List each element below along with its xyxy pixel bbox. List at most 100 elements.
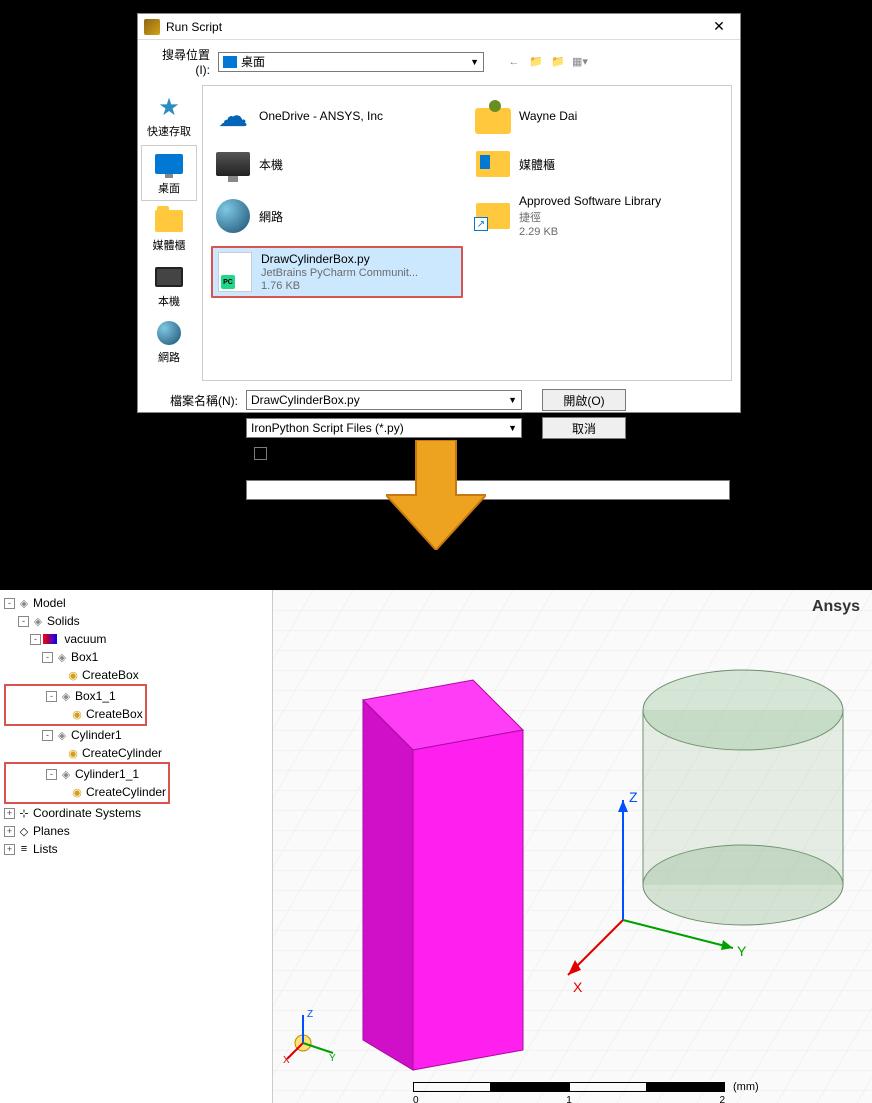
file-item[interactable]: ☁ OneDrive - ANSYS, Inc [211,94,463,138]
file-item[interactable]: 本機 [211,142,463,186]
search-row: 搜尋位置(I): 桌面 ▼ ← 📁 📁 ▦▾ [138,40,740,83]
toolbar: ← 📁 📁 ▦▾ [506,54,588,70]
scale-unit: (mm) [733,1081,759,1093]
model-icon: ◈ [17,597,31,609]
sidebar-thispc[interactable]: 本機 [141,259,197,313]
globe-icon [153,319,185,347]
operation-icon: ◉ [70,786,84,798]
svg-text:X: X [283,1055,290,1063]
filetype-select[interactable]: IronPython Script Files (*.py) ▼ [246,418,522,438]
arrow-down-icon [386,440,486,550]
location-value: 桌面 [241,53,265,70]
mini-triad[interactable]: Z Y X [283,1009,337,1063]
pc-icon [153,263,185,291]
svg-text:Y: Y [737,943,747,959]
cancel-button[interactable]: 取消 [542,417,626,439]
cylinder-geometry [643,670,843,925]
expand-icon[interactable]: - [30,634,41,645]
cloud-icon: ☁ [215,98,251,134]
3d-viewport[interactable]: Z Y X Ansys Z Y X [272,590,872,1103]
cylinder-icon: ◈ [59,768,73,780]
sidebar-quickaccess[interactable]: ★ 快速存取 [141,89,197,143]
scale-bar: 0 1 2 (mm) [413,1081,759,1093]
run-script-dialog: Run Script ✕ 搜尋位置(I): 桌面 ▼ ← 📁 📁 ▦▾ ★ 快速… [137,13,741,413]
operation-icon: ◉ [66,747,80,759]
up-icon[interactable]: 📁 [528,54,544,70]
svg-text:Y: Y [329,1053,336,1063]
file-item-selected[interactable]: PC DrawCylinderBox.py JetBrains PyCharm … [211,246,463,298]
scale-segment [569,1082,647,1092]
expand-icon[interactable]: - [46,769,57,780]
app-icon [144,19,160,35]
search-label: 搜尋位置(I): [148,46,210,77]
star-icon: ★ [153,93,185,121]
coord-icon: ⊹ [17,807,31,819]
box-geometry [363,680,523,1070]
operation-icon: ◉ [70,708,84,720]
open-button[interactable]: 開啟(O) [542,389,626,411]
titlebar: Run Script ✕ [138,14,740,40]
scale-segment [647,1082,725,1092]
file-item[interactable]: 網路 [211,190,463,242]
solids-icon: ◈ [31,615,45,627]
svg-text:Z: Z [629,789,638,805]
expand-icon[interactable]: + [4,808,15,819]
chevron-down-icon: ▼ [470,57,479,67]
svg-text:X: X [573,979,583,995]
desktop-icon [153,150,185,178]
scale-segment [413,1082,491,1092]
folder-icon [153,207,185,235]
readonly-checkbox[interactable] [254,447,267,460]
globe-icon [215,198,251,234]
expand-icon[interactable]: - [18,616,29,627]
file-item[interactable]: ↗ Approved Software Library 捷徑 2.29 KB [471,190,723,242]
shortcut-folder-icon: ↗ [475,198,511,234]
back-icon[interactable]: ← [506,54,522,70]
script-input[interactable] [246,480,730,500]
file-list[interactable]: ☁ OneDrive - ANSYS, Inc Wayne Dai 本機 媒體櫃 [202,85,732,381]
scale-segment [491,1082,569,1092]
expand-icon[interactable]: - [4,598,15,609]
expand-icon[interactable]: - [46,691,57,702]
sidebar-desktop[interactable]: 桌面 [141,145,197,201]
new-folder-icon[interactable]: 📁 [550,54,566,70]
close-button[interactable]: ✕ [704,16,734,38]
view-icon[interactable]: ▦▾ [572,54,588,70]
grid-background: Z Y X [273,590,872,1103]
location-select[interactable]: 桌面 ▼ [218,52,484,72]
desktop-icon [223,56,237,68]
sidebar-libraries[interactable]: 媒體櫃 [141,203,197,257]
box-icon: ◈ [59,690,73,702]
operation-icon: ◉ [66,669,80,681]
highlight-cylinder1-1: -◈Cylinder1_1 ◉CreateCylinder [4,762,170,804]
model-tree[interactable]: -◈Model -◈Solids - vacuum -◈Box1 ◉Create… [0,590,272,1103]
file-item[interactable]: 媒體櫃 [471,142,723,186]
dialog-title: Run Script [166,20,704,34]
filetype-label: 檔案類型(T): [148,420,238,437]
sidebar-network[interactable]: 網路 [141,315,197,369]
planes-icon: ◇ [17,825,31,837]
ansys-window: -◈Model -◈Solids - vacuum -◈Box1 ◉Create… [0,590,872,1103]
file-item[interactable]: Wayne Dai [471,94,723,138]
readonly-label: 以唯讀方式開啟(R) [271,445,372,462]
filename-label: 檔案名稱(N): [148,392,238,409]
cylinder-icon: ◈ [55,729,69,741]
expand-icon[interactable]: + [4,844,15,855]
brand-label: Ansys [812,598,860,616]
user-folder-icon [475,98,511,134]
script-label: Script [148,483,238,497]
expand-icon[interactable]: - [42,730,53,741]
box-icon: ◈ [55,651,69,663]
highlight-box1-1: -◈Box1_1 ◉CreateBox [4,684,147,726]
expand-icon[interactable]: + [4,826,15,837]
chevron-down-icon: ▼ [508,395,517,405]
material-icon [43,634,57,644]
expand-icon[interactable]: - [42,652,53,663]
pc-icon [215,146,251,182]
svg-text:Z: Z [307,1009,313,1020]
chevron-down-icon: ▼ [508,423,517,433]
python-file-icon: PC [217,254,253,290]
libraries-icon [475,146,511,182]
filename-input[interactable]: DrawCylinderBox.py ▼ [246,390,522,410]
lists-icon: ≡ [17,843,31,855]
